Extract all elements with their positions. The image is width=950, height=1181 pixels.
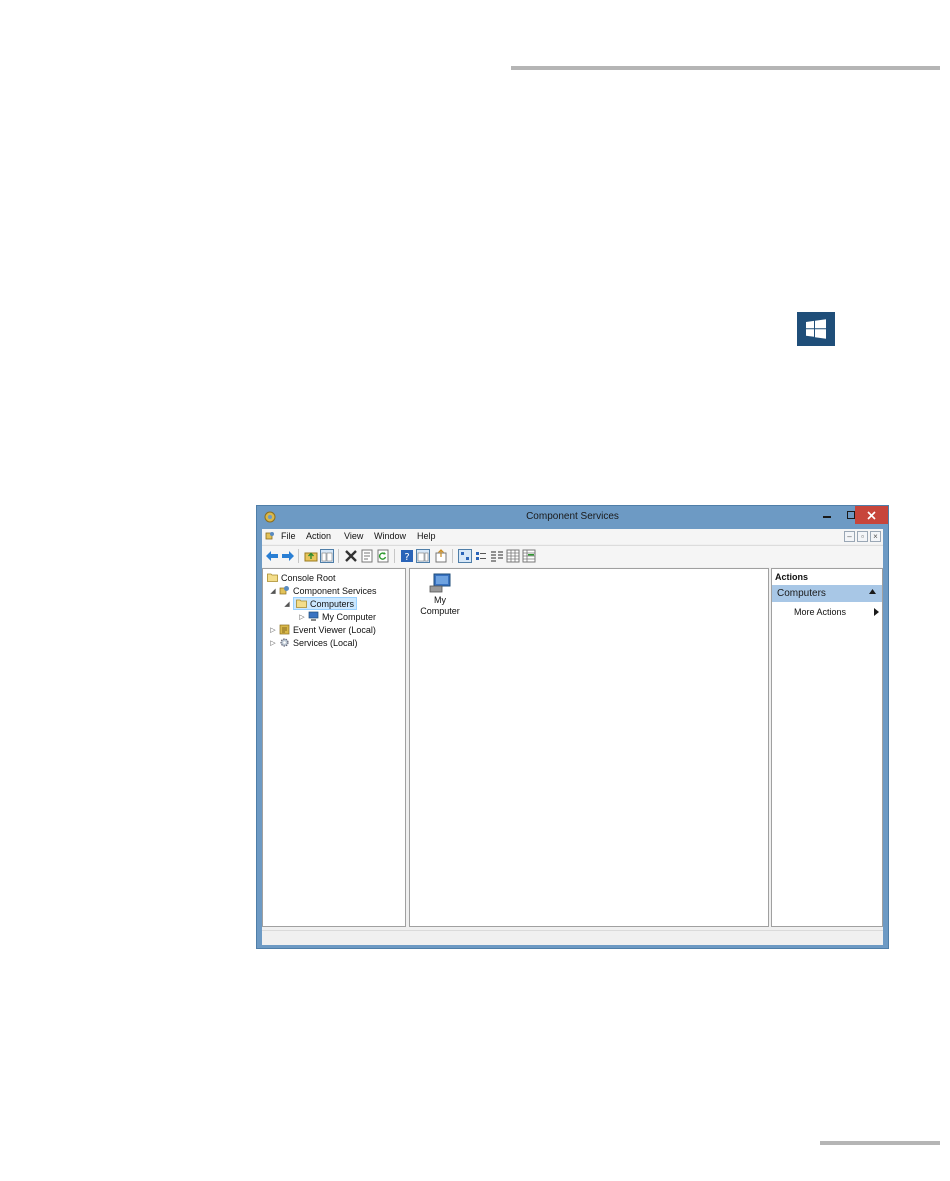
list-item-label-line1: My <box>434 595 446 605</box>
tree-selection: Computers <box>293 597 358 610</box>
menu-action[interactable]: Action <box>306 531 331 541</box>
tree-item-label: Event Viewer (Local) <box>293 624 376 635</box>
menu-file[interactable]: File <box>281 531 296 541</box>
minimize-icon: – <box>847 532 852 541</box>
list-item-label-line2: Computer <box>420 606 460 616</box>
tree-item-label: My Computer <box>322 611 377 622</box>
window-title: Component Services <box>526 511 619 522</box>
tree-item-console-root[interactable]: Console Root <box>267 571 336 584</box>
tree-item-label: Computers <box>310 598 355 609</box>
minimize-icon <box>823 516 831 518</box>
properties-icon[interactable] <box>360 549 374 563</box>
expand-arrow-icon[interactable]: ▷ <box>269 639 277 647</box>
child-minimize-button[interactable]: – <box>844 531 855 542</box>
menu-view[interactable]: View <box>344 531 363 541</box>
folder-icon <box>296 599 307 608</box>
list-view-icon[interactable] <box>490 549 504 563</box>
title-bar[interactable]: Component Services <box>257 506 888 529</box>
event-viewer-icon <box>279 624 290 635</box>
detail-view-icon[interactable] <box>506 549 520 563</box>
actions-section-computers[interactable]: Computers <box>772 585 882 602</box>
mmc-client-area: File Action View Window Help – ▫ × ? Con… <box>262 529 883 945</box>
close-icon <box>867 510 876 520</box>
windows-logo-icon <box>806 319 826 339</box>
svg-text:?: ? <box>404 552 409 563</box>
toolbar-separator <box>394 549 395 563</box>
actions-pane: Actions Computers More Actions <box>771 568 883 927</box>
child-close-button[interactable]: × <box>870 531 881 542</box>
console-app-icon[interactable] <box>265 531 275 541</box>
results-pane[interactable]: My Computer <box>409 568 769 927</box>
tree-item-label: Console Root <box>281 572 336 583</box>
actions-header: Actions <box>775 572 809 582</box>
submenu-arrow-icon[interactable] <box>874 608 879 616</box>
close-button[interactable] <box>855 506 888 524</box>
component-services-app-icon[interactable] <box>264 511 276 523</box>
toolbar-separator <box>338 549 339 563</box>
delete-icon[interactable] <box>344 549 358 563</box>
child-restore-button[interactable]: ▫ <box>857 531 868 542</box>
windows-key-badge <box>797 312 835 346</box>
folder-icon <box>267 573 278 582</box>
toolbar: ? <box>262 545 883 567</box>
tree-item-component-services[interactable]: ◢ Component Services <box>269 584 377 597</box>
page-footer-rule <box>820 1141 940 1145</box>
page-header-rule <box>511 66 940 70</box>
component-services-window: Component Services File Action View Wind… <box>256 505 889 949</box>
status-bar <box>262 930 883 945</box>
console-tree-icon[interactable] <box>320 549 334 563</box>
tree-item-my-computer[interactable]: ▷ My Computer <box>298 610 376 623</box>
close-icon: × <box>873 532 878 541</box>
collapse-arrow-icon[interactable]: ◢ <box>283 600 291 608</box>
computer-icon <box>429 573 451 593</box>
collapse-arrow-icon[interactable]: ◢ <box>269 587 277 595</box>
minimize-button[interactable] <box>815 506 839 524</box>
services-gear-icon <box>280 638 289 647</box>
expand-arrow-icon[interactable]: ▷ <box>269 626 277 634</box>
action-more-actions[interactable]: More Actions <box>794 607 846 617</box>
help-icon[interactable]: ? <box>400 549 414 563</box>
action-pane-icon[interactable] <box>416 549 430 563</box>
large-icons-view-icon[interactable] <box>458 549 472 563</box>
menu-help[interactable]: Help <box>417 531 436 541</box>
expand-arrow-icon[interactable]: ▷ <box>298 613 306 621</box>
small-icons-view-icon[interactable] <box>474 549 488 563</box>
tree-item-label: Services (Local) <box>293 637 358 648</box>
tree-item-label: Component Services <box>293 585 377 596</box>
component-services-icon <box>279 586 289 595</box>
restore-icon: ▫ <box>861 532 864 541</box>
tree-item-services[interactable]: ▷ Services (Local) <box>269 636 358 649</box>
maximize-icon <box>847 511 855 519</box>
toolbar-separator <box>298 549 299 563</box>
up-folder-icon[interactable] <box>304 549 318 563</box>
tree-item-event-viewer[interactable]: ▷ Event Viewer (Local) <box>269 623 376 636</box>
menu-window[interactable]: Window <box>374 531 406 541</box>
tree-item-computers[interactable]: ◢ Computers <box>283 597 358 610</box>
export-list-icon[interactable] <box>434 549 448 563</box>
collapse-up-icon[interactable] <box>869 589 876 594</box>
refresh-icon[interactable] <box>376 549 390 563</box>
computer-icon <box>308 611 319 621</box>
toolbar-separator <box>452 549 453 563</box>
actions-section-title: Computers <box>777 588 826 599</box>
back-arrow-icon[interactable] <box>265 549 279 563</box>
list-item-my-computer[interactable]: My Computer <box>420 573 460 617</box>
console-tree-pane[interactable]: Console Root ◢ Component Services ◢ Comp… <box>262 568 406 927</box>
menu-bar: File Action View Window Help – ▫ × <box>262 529 883 544</box>
status-view-icon[interactable] <box>522 549 536 563</box>
forward-arrow-icon[interactable] <box>281 549 295 563</box>
